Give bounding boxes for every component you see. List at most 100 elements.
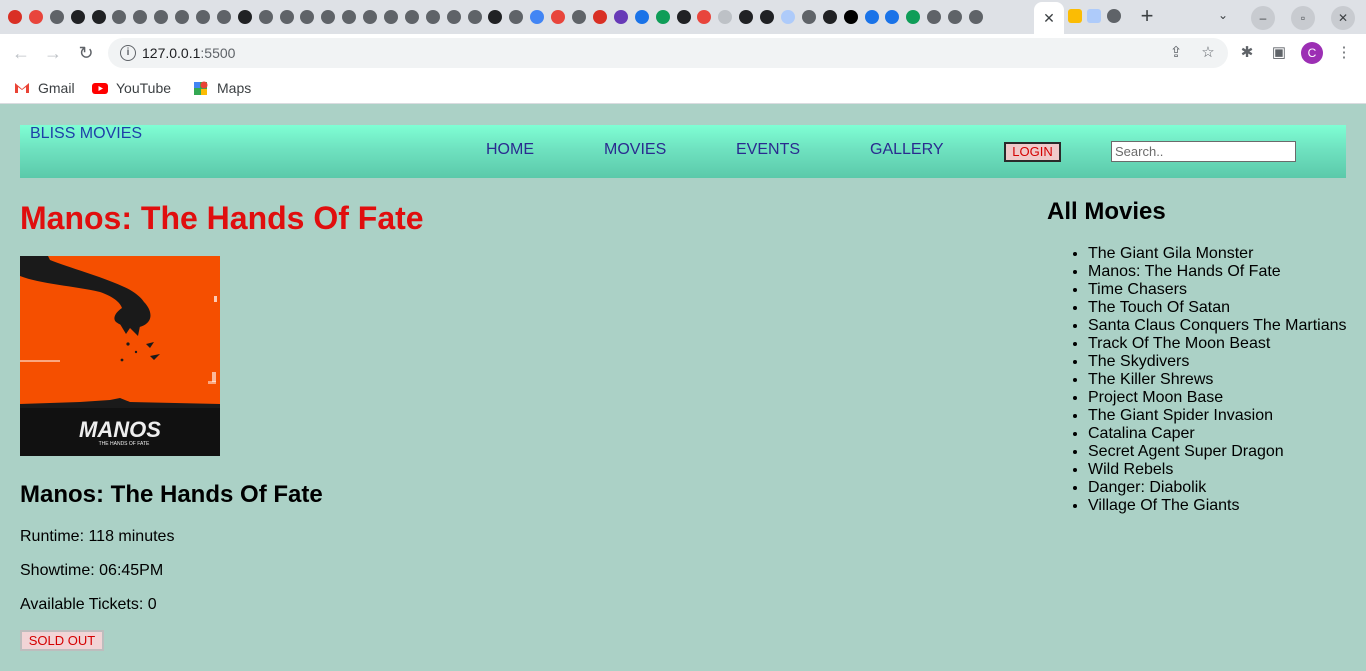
tab-favicon[interactable]	[321, 10, 336, 24]
tab-favicon[interactable]	[572, 10, 587, 24]
list-item[interactable]: Danger: Diabolik	[1088, 479, 1347, 497]
back-arrow-icon[interactable]: ←	[8, 41, 34, 65]
browser-toolbar: ← → ↻ i 127.0.0.1:5500 ⇪ ☆ ✱ ▣ C ⋮	[0, 34, 1366, 72]
list-item[interactable]: Project Moon Base	[1088, 389, 1347, 407]
tab-favicon[interactable]	[509, 10, 524, 24]
tab-favicon[interactable]	[906, 10, 921, 24]
tab-favicon[interactable]	[801, 10, 816, 24]
extensions-icon[interactable]: ✱	[1237, 43, 1257, 63]
url-port: :5500	[200, 45, 236, 61]
tab-favicon[interactable]	[697, 10, 712, 24]
tab-favicon[interactable]	[780, 10, 795, 24]
bookmark-star-icon[interactable]: ☆	[1199, 44, 1217, 62]
tab-favicon[interactable]	[404, 10, 419, 24]
tab-favicon[interactable]	[968, 10, 983, 24]
minimize-button[interactable]: –	[1251, 6, 1275, 30]
list-item[interactable]: The Touch Of Satan	[1088, 299, 1347, 317]
tab-favicon[interactable]	[948, 10, 963, 24]
movie-detail-title: Manos: The Hands Of Fate	[20, 481, 323, 508]
list-item[interactable]: Wild Rebels	[1088, 461, 1347, 479]
login-button[interactable]: LOGIN	[1004, 142, 1061, 162]
active-tab[interactable]: ✕	[1034, 2, 1064, 34]
restore-button[interactable]: ▫	[1291, 6, 1315, 30]
close-window-button[interactable]: ✕	[1331, 6, 1355, 30]
list-item[interactable]: The Killer Shrews	[1088, 371, 1347, 389]
reload-icon[interactable]: ↻	[73, 41, 99, 65]
tab-favicon[interactable]	[634, 10, 649, 24]
tab-favicon[interactable]	[488, 10, 503, 24]
tab-favicon[interactable]	[363, 10, 378, 24]
tab-favicon[interactable]	[237, 10, 252, 24]
list-item[interactable]: Village Of The Giants	[1088, 497, 1347, 515]
tab-favicon[interactable]	[530, 10, 545, 24]
tab-favicon[interactable]	[467, 10, 482, 24]
tab-favicon[interactable]	[864, 10, 879, 24]
tab-favicon[interactable]	[425, 10, 440, 24]
bookmark-gmail[interactable]: Gmail	[14, 78, 75, 98]
tab-favicon[interactable]	[112, 10, 127, 24]
tab-favicon[interactable]	[175, 10, 190, 24]
tab-favicon[interactable]	[133, 10, 148, 24]
list-item[interactable]: The Skydivers	[1088, 353, 1347, 371]
list-item[interactable]: Track Of The Moon Beast	[1088, 335, 1347, 353]
tab-favicon[interactable]	[49, 10, 64, 24]
tab-favicon[interactable]	[822, 10, 837, 24]
nav-home[interactable]: HOME	[486, 141, 534, 159]
list-item[interactable]: The Giant Spider Invasion	[1088, 407, 1347, 425]
new-tab-button[interactable]: +	[1136, 5, 1158, 29]
tab-favicon[interactable]	[676, 10, 691, 24]
list-item[interactable]: Catalina Caper	[1088, 425, 1347, 443]
tab-favicon[interactable]	[927, 10, 942, 24]
search-input[interactable]	[1111, 141, 1296, 162]
tab-favicon[interactable]	[28, 10, 43, 24]
bookmark-label: Gmail	[38, 80, 75, 96]
side-panel-icon[interactable]: ▣	[1269, 43, 1289, 63]
tab-favicon[interactable]	[718, 10, 733, 24]
list-item[interactable]: Secret Agent Super Dragon	[1088, 443, 1347, 461]
tab-favicon[interactable]	[154, 10, 169, 24]
tab-favicon[interactable]	[300, 10, 315, 24]
tab-search-icon[interactable]: ⌄	[1213, 8, 1233, 26]
tab-favicon[interactable]	[1107, 9, 1121, 23]
nav-movies[interactable]: MOVIES	[604, 141, 666, 159]
site-brand[interactable]: BLISS MOVIES	[30, 125, 142, 143]
tab-favicon[interactable]	[279, 10, 294, 24]
tab-favicon[interactable]	[655, 10, 670, 24]
bookmark-maps[interactable]: Maps	[193, 78, 251, 98]
tab-favicon[interactable]	[760, 10, 775, 24]
tab-favicon[interactable]	[384, 10, 399, 24]
tab-favicon[interactable]	[70, 10, 85, 24]
share-icon[interactable]: ⇪	[1167, 44, 1185, 62]
tab-favicon[interactable]	[592, 10, 607, 24]
list-item[interactable]: Manos: The Hands Of Fate	[1088, 263, 1347, 281]
forward-arrow-icon[interactable]: →	[40, 41, 66, 65]
menu-kebab-icon[interactable]: ⋮	[1334, 43, 1354, 63]
address-bar[interactable]: i 127.0.0.1:5500 ⇪ ☆	[108, 38, 1228, 68]
tab-favicon[interactable]	[843, 10, 858, 24]
page-title: Manos: The Hands Of Fate	[20, 200, 424, 236]
close-tab-icon[interactable]: ✕	[1043, 11, 1055, 25]
sold-out-button[interactable]: SOLD OUT	[20, 630, 104, 651]
bookmark-youtube[interactable]: YouTube	[92, 78, 171, 98]
url-text[interactable]: 127.0.0.1:5500	[142, 45, 235, 61]
tab-favicon[interactable]	[885, 10, 900, 24]
json-tab-icon[interactable]	[1068, 9, 1082, 23]
nav-gallery[interactable]: GALLERY	[870, 141, 944, 159]
tab-favicon[interactable]	[258, 10, 273, 24]
tab-favicon[interactable]	[342, 10, 357, 24]
site-info-icon[interactable]: i	[120, 45, 136, 61]
tab-favicon[interactable]	[216, 10, 231, 24]
tab-favicon[interactable]	[8, 10, 22, 24]
tab-favicon[interactable]	[196, 10, 211, 24]
tab-favicon[interactable]	[551, 10, 566, 24]
profile-avatar[interactable]: C	[1301, 42, 1323, 64]
tab-favicon[interactable]	[739, 10, 754, 24]
list-item[interactable]: The Giant Gila Monster	[1088, 245, 1347, 263]
tab-favicon[interactable]	[446, 10, 461, 24]
list-item[interactable]: Time Chasers	[1088, 281, 1347, 299]
nav-events[interactable]: EVENTS	[736, 141, 800, 159]
tab-favicon[interactable]	[1087, 9, 1101, 23]
tab-favicon[interactable]	[91, 10, 106, 24]
tab-favicon[interactable]	[613, 10, 628, 24]
list-item[interactable]: Santa Claus Conquers The Martians	[1088, 317, 1347, 335]
